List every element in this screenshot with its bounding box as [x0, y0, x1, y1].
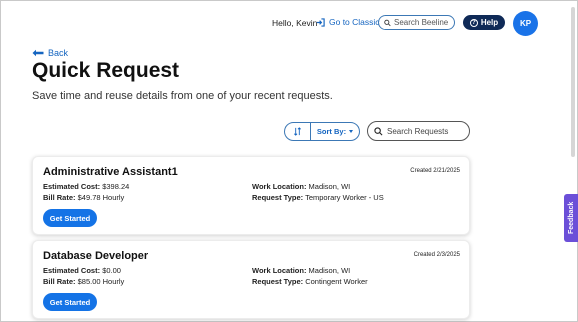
bill-rate: Bill Rate: $85.00 Hourly: [43, 277, 124, 286]
top-bar: Hello, Kevin Go to Classic ? Help KP: [1, 1, 577, 45]
request-type: Request Type: Contingent Worker: [252, 277, 368, 286]
work-location-value: Madison, WI: [308, 266, 351, 275]
arrow-left-icon: [32, 49, 44, 57]
bill-rate-value: $49.78 Hourly: [77, 193, 125, 202]
global-search[interactable]: [378, 15, 455, 30]
request-card: Database Developer Created 2/3/2025 Esti…: [32, 240, 470, 319]
bill-rate-label: Bill Rate:: [43, 277, 76, 286]
work-location-label: Work Location:: [252, 182, 307, 191]
user-greeting: Hello, Kevin: [272, 18, 318, 28]
work-location: Work Location: Madison, WI: [252, 182, 350, 191]
estimated-cost-label: Estimated Cost:: [43, 266, 101, 275]
help-label: Help: [480, 18, 499, 27]
sort-by-dropdown[interactable]: Sort By:: [311, 123, 359, 140]
sort-direction-button[interactable]: [285, 123, 311, 140]
request-title: Database Developer: [43, 250, 149, 262]
sort-control: Sort By:: [284, 122, 360, 141]
estimated-cost-label: Estimated Cost:: [43, 182, 101, 191]
bill-rate-label: Bill Rate:: [43, 193, 76, 202]
bill-rate: Bill Rate: $49.78 Hourly: [43, 193, 124, 202]
go-to-classic-label: Go to Classic: [329, 17, 380, 27]
estimated-cost-value: $398.24: [102, 182, 130, 191]
get-started-button[interactable]: Get Started: [43, 209, 97, 227]
created-date: Created 2/21/2025: [410, 168, 460, 174]
sort-by-label: Sort By:: [316, 127, 347, 136]
help-icon: ?: [469, 18, 478, 27]
avatar[interactable]: KP: [513, 11, 538, 36]
created-date: Created 2/3/2025: [413, 252, 460, 258]
request-type-value: Temporary Worker - US: [305, 193, 384, 202]
sign-in-icon: [316, 17, 325, 27]
help-button[interactable]: ? Help: [463, 15, 505, 30]
page-title: Quick Request: [32, 59, 180, 82]
request-type: Request Type: Temporary Worker - US: [252, 193, 384, 202]
request-title: Administrative Assistant1: [43, 166, 178, 178]
chevron-down-icon: [349, 130, 354, 133]
request-search[interactable]: [367, 121, 470, 141]
go-to-classic-link[interactable]: Go to Classic: [316, 17, 380, 27]
feedback-tab[interactable]: Feedback: [564, 194, 578, 242]
request-card: Administrative Assistant1 Created 2/21/2…: [32, 156, 470, 235]
work-location: Work Location: Madison, WI: [252, 266, 350, 275]
estimated-cost: Estimated Cost: $0.00: [43, 266, 121, 275]
back-link[interactable]: Back: [32, 48, 68, 58]
search-icon: [374, 126, 383, 135]
sort-order-icon: [294, 127, 301, 136]
global-search-input[interactable]: [394, 18, 454, 27]
request-search-input[interactable]: [387, 126, 467, 136]
request-type-label: Request Type:: [252, 193, 304, 202]
back-label: Back: [48, 48, 69, 58]
get-started-button[interactable]: Get Started: [43, 293, 97, 311]
work-location-value: Madison, WI: [308, 182, 351, 191]
scrollbar[interactable]: [571, 7, 575, 157]
request-type-value: Contingent Worker: [305, 277, 368, 286]
estimated-cost: Estimated Cost: $398.24: [43, 182, 129, 191]
page-subtitle: Save time and reuse details from one of …: [32, 90, 333, 102]
request-type-label: Request Type:: [252, 277, 304, 286]
search-icon: [384, 19, 391, 26]
estimated-cost-value: $0.00: [102, 266, 121, 275]
bill-rate-value: $85.00 Hourly: [77, 277, 125, 286]
work-location-label: Work Location:: [252, 266, 307, 275]
